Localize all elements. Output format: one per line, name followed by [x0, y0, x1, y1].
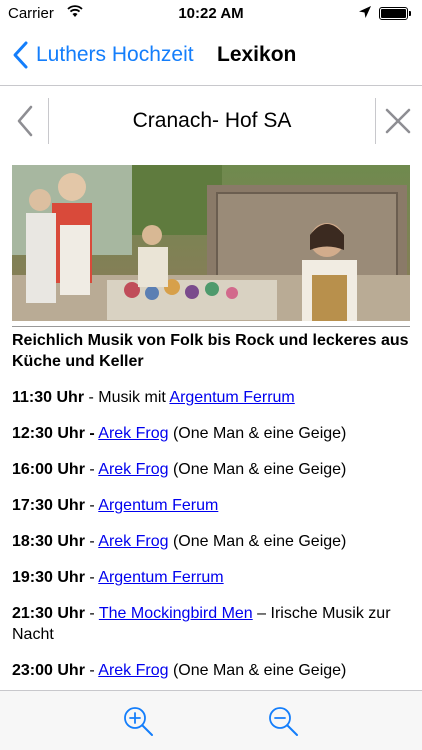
- artist-link[interactable]: Argentum Ferrum: [98, 569, 223, 586]
- schedule-separator: -: [84, 662, 99, 679]
- schedule-item: 21:30 Uhr - The Mockingbird Men – Irisch…: [12, 603, 410, 645]
- location-icon: [358, 5, 372, 23]
- zoom-in-icon[interactable]: [122, 705, 154, 737]
- schedule-list: 11:30 Uhr - Musik mit Argentum Ferrum 12…: [12, 387, 410, 681]
- schedule-item: 16:00 Uhr - Arek Frog (One Man & eine Ge…: [12, 459, 410, 480]
- back-button-label: Luthers Hochzeit: [36, 43, 194, 66]
- schedule-item: 11:30 Uhr - Musik mit Argentum Ferrum: [12, 387, 410, 408]
- schedule-item: 18:30 Uhr - Arek Frog (One Man & eine Ge…: [12, 531, 410, 552]
- schedule-separator: -: [84, 605, 99, 622]
- schedule-time: 16:00 Uhr: [12, 461, 85, 478]
- navigation-bar: Luthers Hochzeit Lexikon: [0, 28, 422, 86]
- document-title: Cranach- Hof SA: [132, 109, 292, 132]
- schedule-item: 19:30 Uhr - Argentum Ferrum: [12, 567, 410, 588]
- schedule-note: (One Man & eine Geige): [168, 533, 347, 550]
- schedule-separator: - Musik mit: [84, 389, 170, 406]
- battery-icon: [379, 7, 408, 20]
- schedule-separator: -: [84, 569, 99, 586]
- schedule-time: 11:30 Uhr: [12, 389, 85, 406]
- schedule-time: 17:30 Uhr: [12, 497, 85, 514]
- schedule-separator: -: [84, 497, 99, 514]
- schedule-note: (One Man & eine Geige): [168, 461, 347, 478]
- close-icon[interactable]: [384, 107, 412, 135]
- section-heading: Reichlich Musik von Folk bis Rock und le…: [12, 332, 409, 370]
- bottom-toolbar: [0, 690, 422, 750]
- artist-link[interactable]: Argentum Ferum: [98, 497, 218, 514]
- schedule-time: 12:30 Uhr -: [12, 425, 95, 442]
- schedule-time: 18:30 Uhr: [12, 533, 85, 550]
- schedule-separator: -: [84, 533, 99, 550]
- artist-link[interactable]: Arek Frog: [98, 662, 168, 679]
- schedule-time: 23:00 Uhr: [12, 662, 85, 679]
- page-title: Lexikon: [217, 43, 297, 66]
- divider: [375, 98, 376, 144]
- chevron-left-icon: [13, 41, 28, 69]
- festival-photo: [12, 165, 410, 321]
- status-bar: Carrier 10:22 AM: [0, 0, 422, 28]
- artist-link[interactable]: The Mockingbird Men: [99, 605, 253, 622]
- document-header: Cranach- Hof SA: [0, 87, 422, 155]
- divider: [12, 326, 410, 327]
- schedule-time: 21:30 Uhr: [12, 605, 85, 622]
- artist-link[interactable]: Arek Frog: [98, 533, 168, 550]
- chevron-left-icon[interactable]: [12, 104, 38, 138]
- article-content[interactable]: Reichlich Musik von Folk bis Rock und le…: [12, 165, 410, 690]
- zoom-out-icon[interactable]: [267, 705, 299, 737]
- schedule-item: 23:00 Uhr - Arek Frog (One Man & eine Ge…: [12, 660, 410, 681]
- schedule-time: 19:30 Uhr: [12, 569, 85, 586]
- schedule-note: (One Man & eine Geige): [168, 662, 347, 679]
- schedule-note: (One Man & eine Geige): [168, 425, 347, 442]
- artist-link[interactable]: Arek Frog: [98, 425, 168, 442]
- artist-link[interactable]: Arek Frog: [98, 461, 168, 478]
- schedule-item: 17:30 Uhr - Argentum Ferum: [12, 495, 410, 516]
- schedule-separator: -: [84, 461, 99, 478]
- back-button[interactable]: Luthers Hochzeit: [10, 40, 194, 70]
- battery-tip: [409, 11, 411, 16]
- schedule-item: 12:30 Uhr - Arek Frog (One Man & eine Ge…: [12, 423, 410, 444]
- artist-link[interactable]: Argentum Ferrum: [169, 389, 294, 406]
